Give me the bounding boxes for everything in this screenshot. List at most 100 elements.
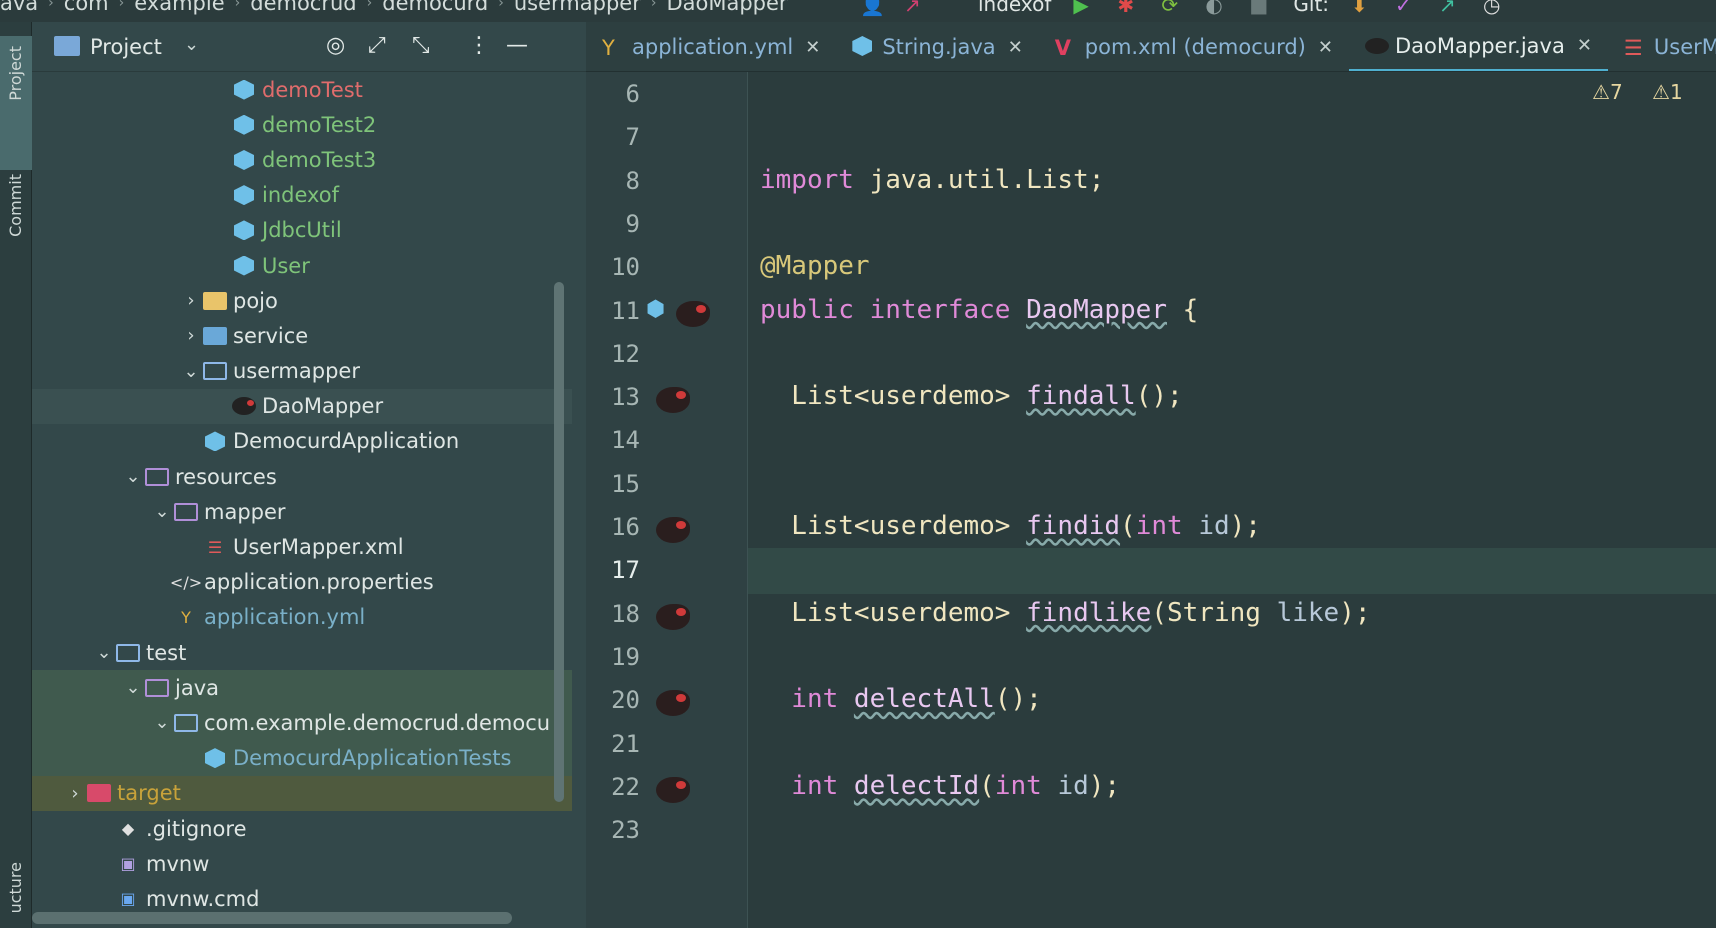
tree-item-usermapper-xml[interactable]: ☰ UserMapper.xml [32, 529, 572, 564]
tree-item-daomapper[interactable]: DaoMapper [32, 388, 572, 424]
breadcrumb-item[interactable]: DaoMapper [666, 0, 787, 15]
project-view-selector[interactable]: Project [90, 35, 162, 59]
mybatis-navigate-icon[interactable] [656, 603, 690, 630]
chevron-right-icon[interactable]: › [63, 783, 87, 804]
implemented-icon[interactable]: ⬢ [646, 297, 665, 322]
tree-item-service[interactable]: › service [32, 318, 572, 353]
code-token: id [1198, 511, 1230, 541]
line-number: 12 [611, 339, 640, 368]
tree-item-gitignore[interactable]: ◆ .gitignore [32, 811, 572, 846]
tree-item-java[interactable]: ⌄ java [32, 670, 572, 706]
debug-icon[interactable]: ✱ [1117, 0, 1139, 17]
breadcrumb-item[interactable]: ava [0, 0, 38, 15]
chevron-down-icon[interactable]: ⌄ [150, 712, 174, 733]
line-number: 8 [625, 166, 640, 195]
tree-item-democurdapplicationtests[interactable]: DemocurdApplicationTests [32, 740, 572, 776]
code-line[interactable]: List<userdemo> findid(int id); [760, 511, 1261, 541]
close-icon[interactable]: ✕ [1577, 35, 1592, 56]
code-line[interactable]: List<userdemo> findlike(String like); [760, 598, 1370, 628]
tree-item-usermapper[interactable]: ⌄ usermapper [32, 354, 572, 389]
git-file-icon: ◆ [121, 819, 135, 839]
line-number: 7 [625, 123, 640, 152]
tree-item-target[interactable]: › target [32, 775, 572, 811]
chevron-down-icon[interactable]: ⌄ [121, 466, 145, 487]
warning-count[interactable]: ⚠7 [1592, 80, 1623, 104]
breadcrumb-item[interactable]: democrud [250, 0, 356, 15]
tree-item-demotest[interactable]: demoTest [32, 72, 572, 107]
project-tool-tab[interactable]: Project [0, 36, 32, 170]
breadcrumb: ava › com › example › democrud › democurd › u… [0, 0, 788, 15]
tree-item-application-yml[interactable]: Yapplication.yml [32, 600, 572, 635]
hide-panel-icon[interactable]: — [506, 33, 528, 58]
code-line[interactable]: List<userdemo> findall(); [760, 381, 1182, 411]
editor-tab[interactable]: Yapplication.yml ✕ [586, 22, 836, 71]
more-options-icon[interactable]: ⋮ [468, 33, 490, 58]
breadcrumb-item[interactable]: usermapper [514, 0, 641, 15]
code-line[interactable]: import java.util.List; [760, 165, 1104, 195]
structure-tool-label[interactable]: ucture [6, 862, 25, 913]
editor-tab[interactable]: ☰ UserMappe [1608, 22, 1716, 71]
tree-item-democurdapplication[interactable]: DemocurdApplication [32, 424, 572, 459]
code-line[interactable]: int delectId(int id); [760, 771, 1120, 801]
git-push-icon[interactable]: ↗ [1439, 0, 1461, 17]
tree-item-test[interactable]: ⌄ test [32, 635, 572, 670]
tree-item-com-example-democrud-democu[interactable]: ⌄ com.example.democrud.democu [32, 705, 572, 741]
tree-item-indexof[interactable]: indexof [32, 178, 572, 213]
weak-warning-count[interactable]: ⚠1 [1652, 80, 1683, 104]
mybatis-navigate-icon[interactable] [656, 690, 690, 717]
chevron-down-icon[interactable]: ⌄ [92, 642, 116, 663]
code-token: import [760, 164, 870, 195]
git-update-icon[interactable]: ⬇ [1351, 0, 1373, 17]
tree-item-user[interactable]: User [32, 248, 572, 283]
user-icon[interactable]: 👤 [860, 0, 885, 17]
mybatis-navigate-icon[interactable] [676, 300, 710, 327]
coverage-icon[interactable]: ⟳ [1161, 0, 1183, 17]
code-line[interactable]: int delectAll(); [760, 684, 1041, 714]
collapse-all-icon[interactable]: ⤡ [412, 33, 430, 58]
chevron-down-icon[interactable]: ⌄ [179, 361, 203, 382]
tree-item-pojo[interactable]: › pojo [32, 283, 572, 318]
mybatis-navigate-icon[interactable] [656, 387, 690, 414]
run-config-select[interactable]: indexof [978, 0, 1051, 16]
locate-icon[interactable]: ◎ [326, 33, 345, 58]
mybatis-navigate-icon[interactable] [656, 517, 690, 543]
close-icon[interactable]: ✕ [805, 37, 820, 58]
code-editor[interactable]: ⚠7 ⚠1 import java.util.List; @Mapper publi… [748, 72, 1716, 928]
commit-tool-label[interactable]: Commit [6, 174, 25, 237]
editor-tab[interactable]: String.java ✕ [836, 22, 1038, 71]
breadcrumb-item[interactable]: com [64, 0, 109, 15]
code-line[interactable]: @Mapper [760, 251, 870, 281]
chevron-down-icon[interactable]: ⌄ [184, 34, 199, 55]
git-commit-icon[interactable]: ✓ [1395, 0, 1417, 17]
editor-tab[interactable]: Vpom.xml (democurd) ✕ [1039, 22, 1349, 71]
tree-item-mvnw[interactable]: ▣ mvnw [32, 846, 572, 881]
breadcrumb-item[interactable]: example [134, 0, 224, 15]
profile-icon[interactable]: ◐ [1205, 0, 1227, 17]
close-icon[interactable]: ✕ [1008, 37, 1023, 58]
chevron-down-icon[interactable]: ⌄ [150, 501, 174, 522]
mybatis-navigate-icon[interactable] [656, 776, 690, 803]
vcs-icon[interactable]: ↗ [904, 0, 926, 17]
tree-item-application-properties[interactable]: </> application.properties [32, 565, 572, 600]
chevron-right-icon[interactable]: › [179, 290, 203, 311]
expand-all-icon[interactable]: ⤢ [368, 33, 386, 58]
tree-item-demotest3[interactable]: demoTest3 [32, 142, 572, 177]
breadcrumb-item[interactable]: democurd [382, 0, 488, 15]
code-line[interactable]: public interface DaoMapper { [760, 295, 1198, 325]
tree-item-mapper[interactable]: ⌄ mapper [32, 494, 572, 529]
history-icon[interactable]: ◷ [1483, 0, 1505, 17]
current-line-highlight [748, 548, 1716, 595]
package-folder-icon [174, 712, 198, 734]
vertical-scrollbar[interactable] [554, 282, 564, 802]
chevron-right-icon[interactable]: › [179, 325, 203, 346]
tree-item-demotest2[interactable]: demoTest2 [32, 107, 572, 142]
yaml-file-icon: Y [602, 36, 615, 60]
tree-item-jdbcutil[interactable]: JdbcUtil [32, 213, 572, 248]
close-icon[interactable]: ✕ [1318, 37, 1333, 58]
chevron-down-icon[interactable]: ⌄ [121, 677, 145, 698]
tree-item-resources[interactable]: ⌄ resources [32, 459, 572, 494]
run-icon[interactable]: ▶ [1073, 0, 1095, 17]
horizontal-scrollbar[interactable] [32, 912, 512, 924]
stop-icon[interactable]: ■ [1249, 0, 1271, 17]
editor-tab[interactable]: DaoMapper.java ✕ [1348, 22, 1608, 71]
